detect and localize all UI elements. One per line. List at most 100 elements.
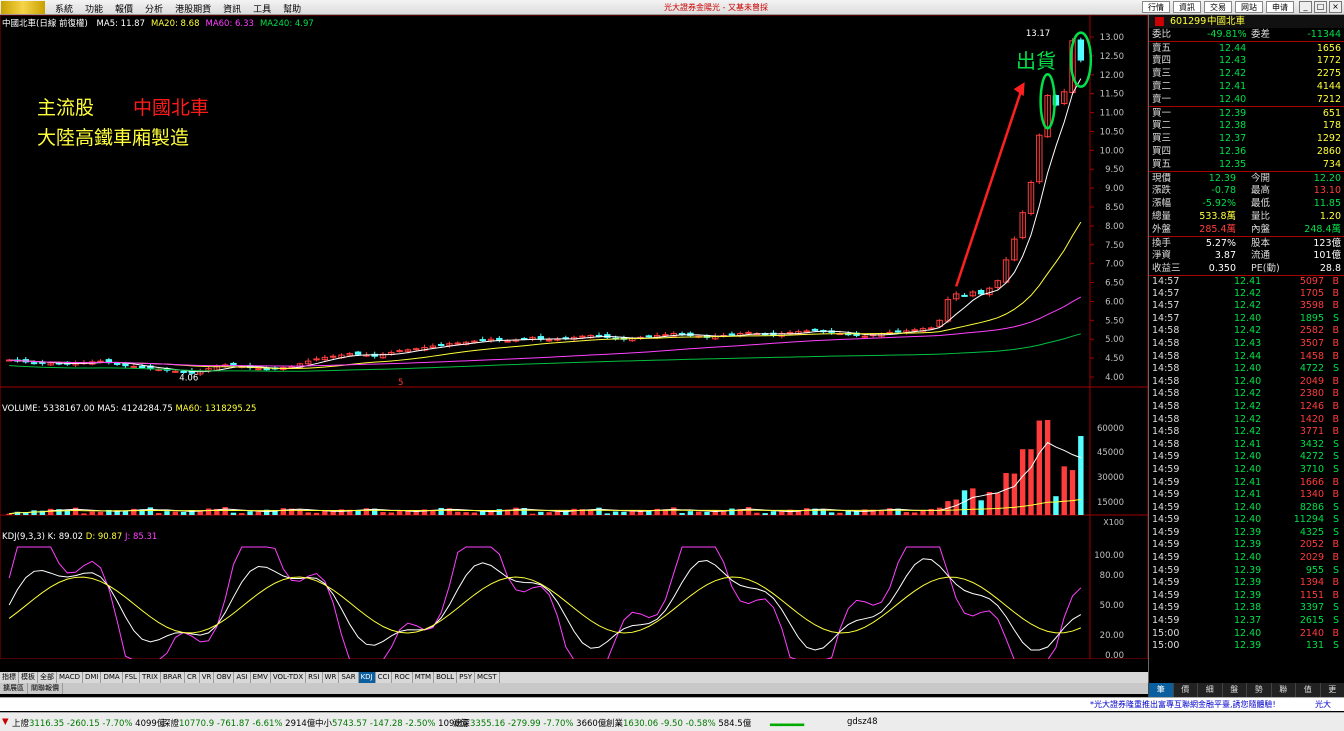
indicator-tab-15[interactable]: RSI [306, 672, 323, 683]
tick-row[interactable]: 14:59 12.39 1394 B [1149, 577, 1344, 590]
indicator-tab-14[interactable]: VOL-TDX [271, 672, 307, 683]
tick-row[interactable]: 14:57 12.42 3598 B [1149, 300, 1344, 313]
ask-row-0[interactable]: 賣五 12.44 1656 [1149, 41, 1344, 54]
quick-button-0[interactable]: 行情 [1142, 1, 1170, 13]
tick-row[interactable]: 14:59 12.41 1340 B [1149, 489, 1344, 502]
indicator-tab-4[interactable]: DMI [83, 672, 102, 683]
ask-row-1[interactable]: 賣四 12.43 1772 [1149, 54, 1344, 67]
tick-row[interactable]: 14:59 12.40 4272 S [1149, 451, 1344, 464]
index-0[interactable]: 上證3116.35 -260.15 -7.70% 4099億 [12, 717, 165, 729]
index-1[interactable]: 深證10770.9 -761.87 -6.61% 2914億 [162, 717, 315, 729]
menu-item-1[interactable]: 功能 [85, 2, 103, 15]
indicator-tab-3[interactable]: MACD [57, 672, 83, 683]
indicator-tab-2[interactable]: 全部 [38, 672, 57, 683]
bid-row-3[interactable]: 買四 12.36 2860 [1149, 145, 1344, 158]
ask-row-2[interactable]: 賣三 12.42 2275 [1149, 67, 1344, 80]
indicator-tab-9[interactable]: CR [185, 672, 200, 683]
indicator-tab-21[interactable]: MTM [413, 672, 435, 683]
quick-button-3[interactable]: 网站 [1235, 1, 1263, 13]
tick-row[interactable]: 14:59 12.39 4325 S [1149, 527, 1344, 540]
volume-bar [920, 510, 926, 515]
tick-row[interactable]: 14:57 12.42 1705 B [1149, 288, 1344, 301]
index-4[interactable]: 創業1630.06 -9.50 -0.58% 584.5億 [606, 717, 751, 729]
tick-row[interactable]: 14:58 12.42 3771 B [1149, 426, 1344, 439]
tick-row[interactable]: 14:59 12.39 2052 B [1149, 539, 1344, 552]
indicator-tab-8[interactable]: BRAR [161, 672, 185, 683]
news-ticker[interactable]: *光大證券隆重推出富專互聯網金融平臺,誘您隨體驗! 光大 [0, 697, 1344, 711]
indicator-tab-7[interactable]: TRIX [140, 672, 161, 683]
indicator-tab-20[interactable]: ROC [392, 672, 413, 683]
tick-row[interactable]: 14:59 12.39 1151 B [1149, 590, 1344, 603]
minimize-icon[interactable]: _ [1299, 1, 1312, 13]
quote-tab-0[interactable]: 筆 [1148, 683, 1173, 697]
quote-tab-4[interactable]: 勢 [1246, 683, 1271, 697]
tick-row[interactable]: 14:58 12.40 4722 S [1149, 363, 1344, 376]
tick-row[interactable]: 14:59 12.37 2615 S [1149, 615, 1344, 628]
indicator-tab-17[interactable]: SAR [339, 672, 359, 683]
quote-tab-5[interactable]: 聯 [1270, 683, 1296, 697]
tick-row[interactable]: 14:58 12.43 3507 B [1149, 338, 1344, 351]
chart-area[interactable]: 13.00 12.50 12.00 11.50 11.00 10.50 10.00 9.50 9… [0, 14, 1149, 672]
tick-row[interactable]: 14:57 12.40 1895 S [1149, 313, 1344, 326]
menu-item-4[interactable]: 港股期貨 [175, 2, 211, 15]
indicator-tab-12[interactable]: ASI [234, 672, 251, 683]
tick-row[interactable]: 14:59 12.40 8286 S [1149, 502, 1344, 515]
indicator-tab-1[interactable]: 模板 [19, 672, 38, 683]
quick-button-1[interactable]: 資訊 [1173, 1, 1201, 13]
indicator-tab-10[interactable]: VR [200, 672, 215, 683]
tick-row[interactable]: 14:59 12.40 3710 S [1149, 464, 1344, 477]
tick-row[interactable]: 15:00 12.40 2140 B [1149, 628, 1344, 641]
tick-row[interactable]: 14:58 12.42 1246 B [1149, 401, 1344, 414]
quote-tab-6[interactable]: 值 [1295, 683, 1320, 697]
menu-item-5[interactable]: 資訊 [223, 2, 241, 15]
indicator-tab-0[interactable]: 指標 [0, 672, 19, 683]
tick-row[interactable]: 14:59 12.40 2029 B [1149, 552, 1344, 565]
indicator-tab-18[interactable]: KDJ [358, 672, 376, 683]
indicator-tab-13[interactable]: EMV [251, 672, 271, 683]
quick-button-4[interactable]: 申请 [1266, 1, 1294, 13]
indicator-tab-24[interactable]: MCST [475, 672, 500, 683]
ask-row-3[interactable]: 賣二 12.41 4144 [1149, 80, 1344, 93]
quote-tab-3[interactable]: 盤 [1221, 683, 1247, 697]
tick-row[interactable]: 14:57 12.41 5097 B [1149, 275, 1344, 288]
quick-button-2[interactable]: 交易 [1204, 1, 1232, 13]
sub-tab-1[interactable]: 關聯報價 [28, 683, 63, 694]
tick-row[interactable]: 14:58 12.42 2380 B [1149, 388, 1344, 401]
indicator-tab-22[interactable]: BOLL [434, 672, 458, 683]
bid-row-2[interactable]: 買三 12.37 1292 [1149, 132, 1344, 145]
menu-item-3[interactable]: 分析 [145, 2, 163, 15]
bid-row-1[interactable]: 買二 12.38 178 [1149, 119, 1344, 132]
tick-row[interactable]: 14:58 12.40 2049 B [1149, 376, 1344, 389]
menu-item-7[interactable]: 幫助 [283, 2, 301, 15]
indicator-tab-11[interactable]: OBV [214, 672, 235, 683]
tick-row[interactable]: 14:59 12.40 11294 S [1149, 514, 1344, 527]
indicator-tab-19[interactable]: CCI [376, 672, 393, 683]
tick-row[interactable]: 14:59 12.38 3397 S [1149, 602, 1344, 615]
tick-row[interactable]: 15:00 12.39 131 S [1149, 640, 1344, 653]
tick-row[interactable]: 14:59 12.41 1666 B [1149, 477, 1344, 490]
indicator-tab-16[interactable]: WR [323, 672, 340, 683]
menu-item-6[interactable]: 工具 [253, 2, 271, 15]
sub-tab-0[interactable]: 擴展區 [0, 683, 28, 694]
tick-list[interactable]: 14:57 12.41 5097 B 14:57 12.42 1705 B 14:57 12.42… [1149, 275, 1344, 653]
quote-tab-7[interactable]: 更 [1319, 683, 1344, 697]
tick-row[interactable]: 14:58 12.42 1420 B [1149, 414, 1344, 427]
quote-tab-2[interactable]: 細 [1197, 683, 1222, 697]
menu-item-2[interactable]: 報價 [115, 2, 133, 15]
quote-tab-1[interactable]: 價 [1172, 683, 1198, 697]
index-3[interactable]: 滬深3355.16 -279.99 -7.70% 3660億 [453, 717, 606, 729]
indicator-tab-23[interactable]: PSY [457, 672, 476, 683]
ask-row-4[interactable]: 賣一 12.40 7212 [1149, 93, 1344, 106]
indicator-tab-6[interactable]: FSL [123, 672, 140, 683]
tick-row[interactable]: 14:58 12.42 2582 B [1149, 325, 1344, 338]
bid-row-0[interactable]: 買一 12.39 651 [1149, 106, 1344, 119]
tick-row[interactable]: 14:59 12.39 955 S [1149, 565, 1344, 578]
index-2[interactable]: 中小5743.57 -147.28 -2.50% 1090億 [315, 717, 468, 729]
maximize-icon[interactable]: □ [1314, 1, 1327, 13]
close-icon[interactable]: × [1329, 1, 1342, 13]
tick-row[interactable]: 14:58 12.44 1458 B [1149, 351, 1344, 364]
indicator-tab-5[interactable]: DMA [101, 672, 123, 683]
menu-item-0[interactable]: 系統 [55, 2, 73, 15]
tick-row[interactable]: 14:58 12.41 3432 S [1149, 439, 1344, 452]
bid-row-4[interactable]: 買五 12.35 734 [1149, 158, 1344, 171]
